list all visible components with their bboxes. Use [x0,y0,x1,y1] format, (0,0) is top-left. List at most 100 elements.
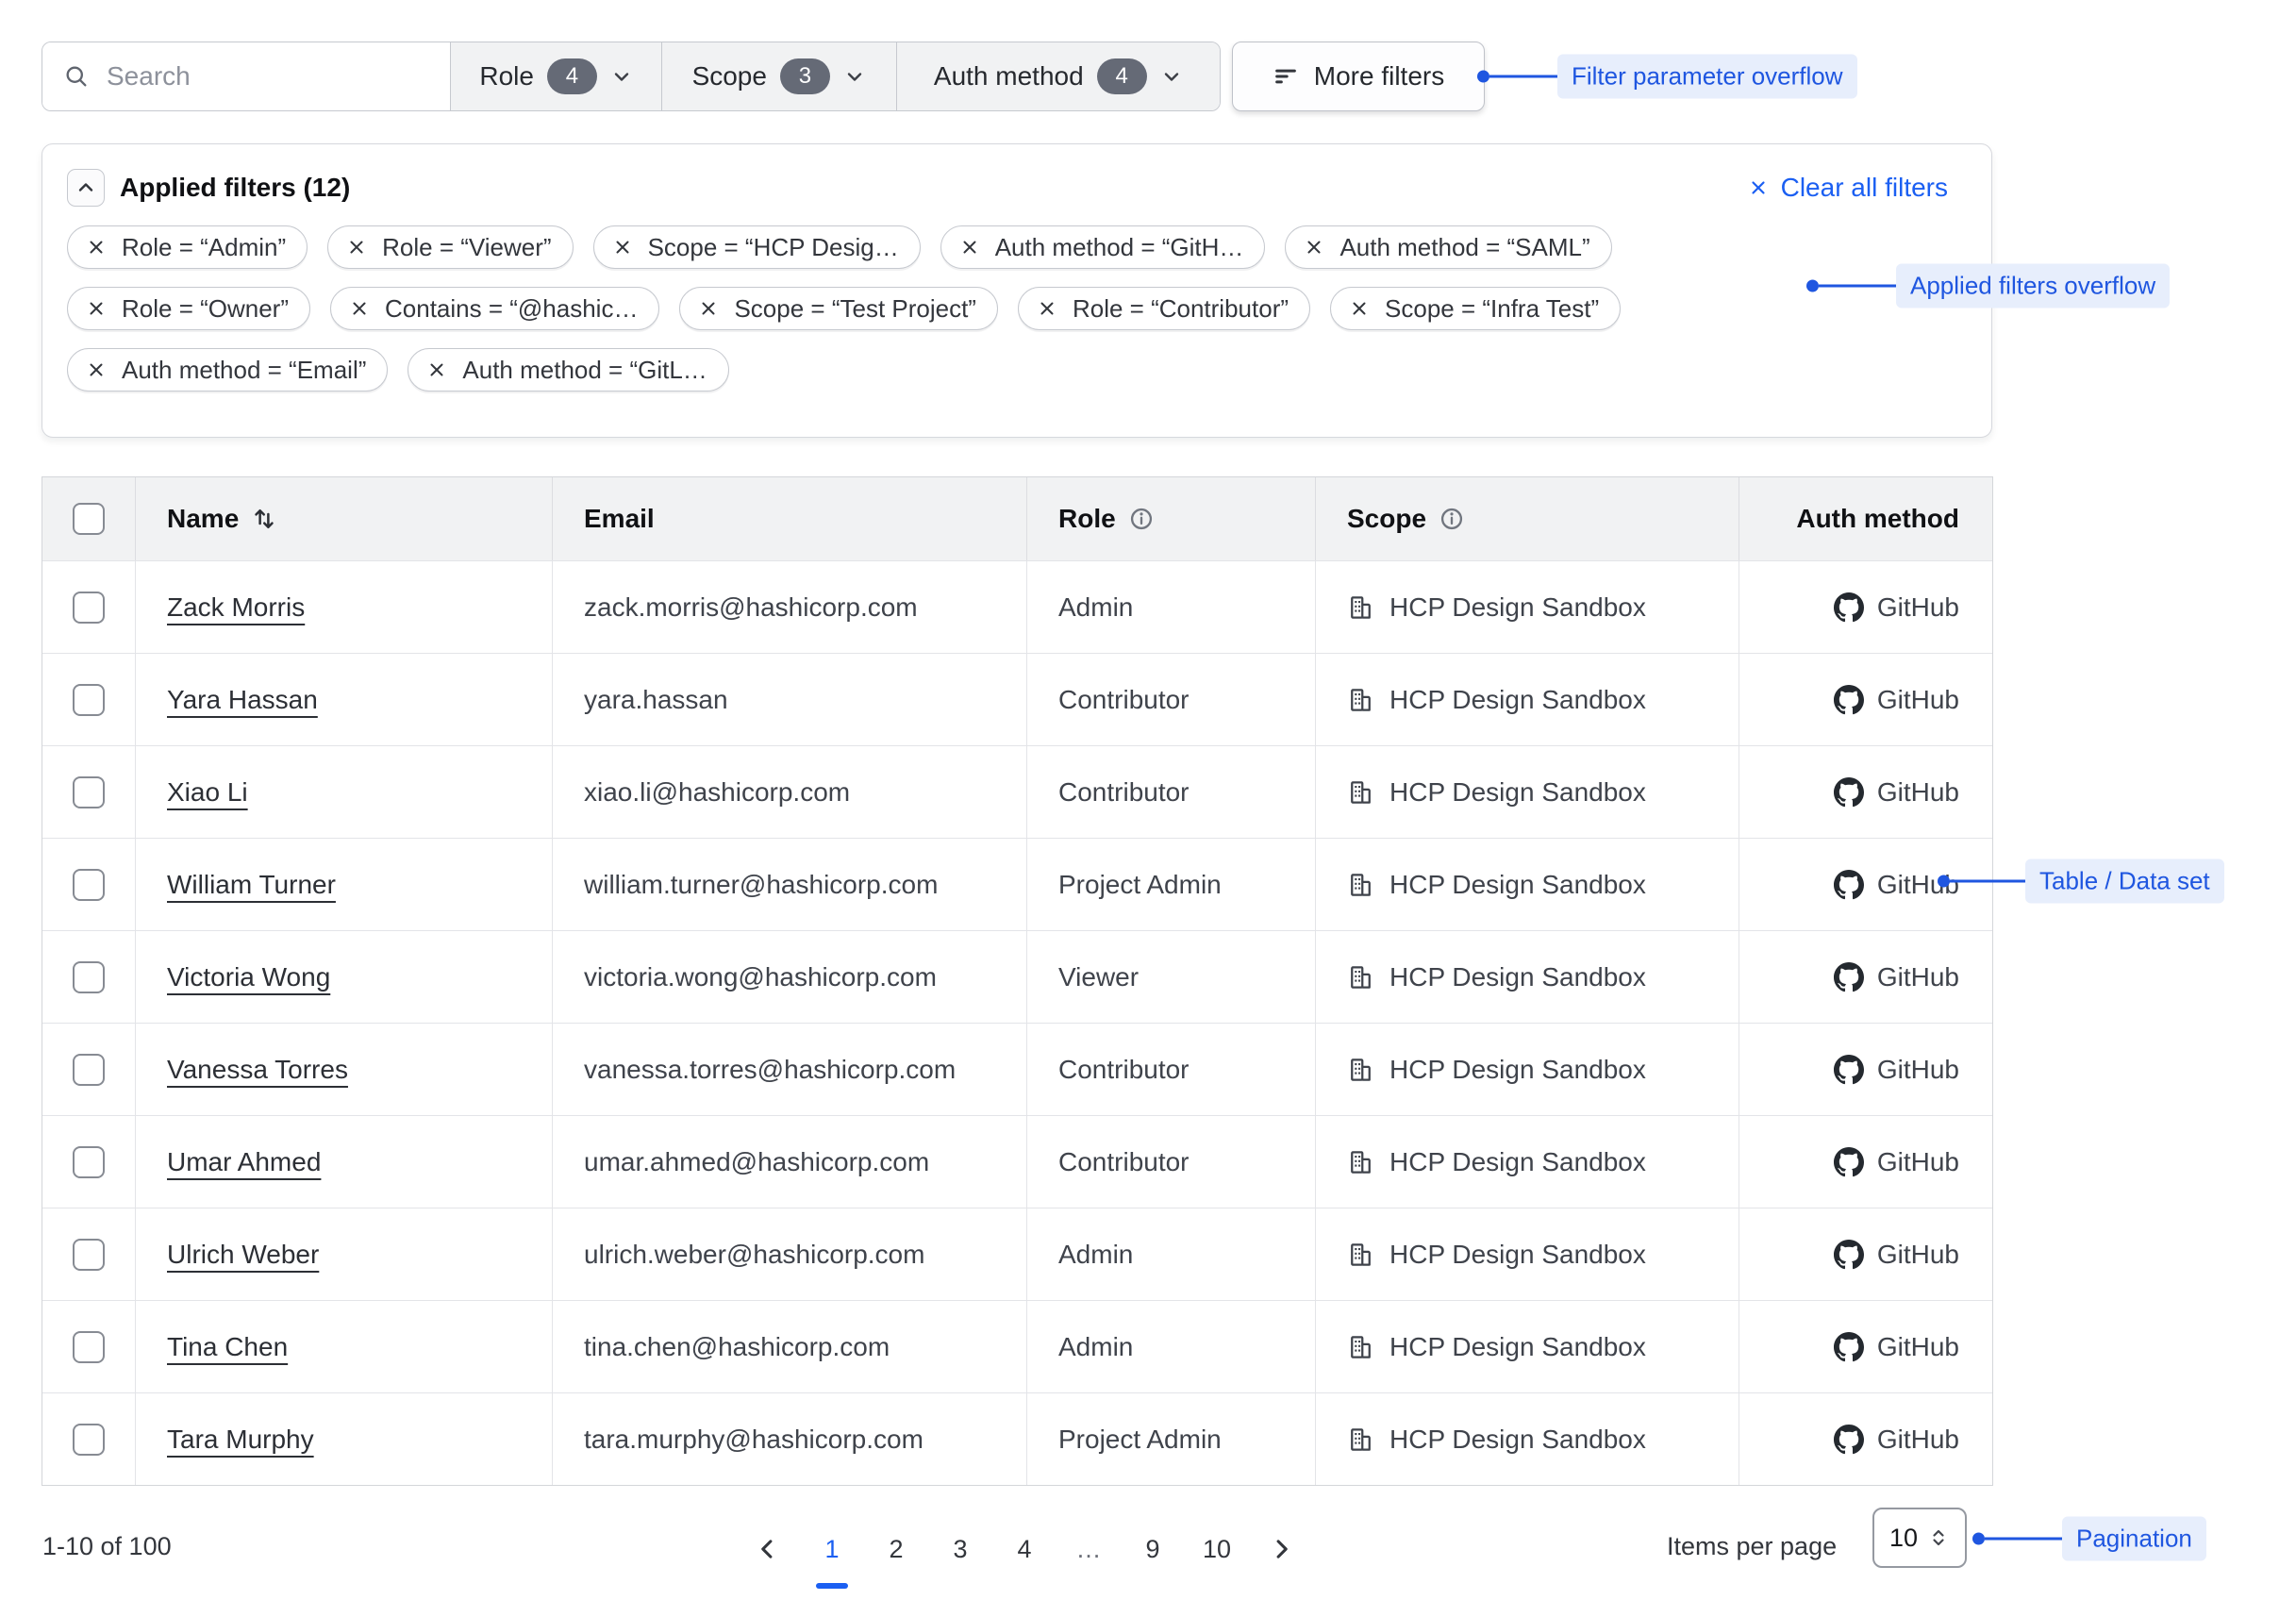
applied-filter-pill[interactable]: Auth method = “GitH… [940,225,1266,269]
role-cell: Admin [1026,561,1315,653]
items-per-page-label: Items per page [1667,1532,1837,1561]
org-icon [1347,593,1375,622]
clear-all-filters-link[interactable]: Clear all filters [1747,173,1948,203]
clear-all-filters-label: Clear all filters [1781,173,1948,203]
user-name-link[interactable]: Umar Ahmed [167,1147,321,1177]
role-cell: Admin [1026,1301,1315,1392]
auth-method-label: GitHub [1877,1055,1959,1085]
applied-filter-pill[interactable]: Auth method = “SAML” [1285,225,1611,269]
user-name-link[interactable]: William Turner [167,870,336,900]
dismiss-icon[interactable] [348,297,371,320]
user-name-link[interactable]: Tina Chen [167,1332,288,1362]
dismiss-icon[interactable] [85,297,108,320]
row-checkbox[interactable] [73,1146,105,1178]
dismiss-icon[interactable] [1036,297,1058,320]
dismiss-icon[interactable] [425,358,448,381]
email-cell: vanessa.torres@hashicorp.com [552,1024,1026,1115]
applied-filter-pill[interactable]: Role = “Admin” [67,225,308,269]
row-checkbox[interactable] [73,961,105,993]
row-checkbox[interactable] [73,1054,105,1086]
annotation-label: Table / Data set [2025,859,2224,904]
dismiss-icon[interactable] [85,358,108,381]
user-name-link[interactable]: Yara Hassan [167,685,318,715]
info-icon[interactable] [1128,506,1155,532]
page-button[interactable]: 2 [873,1523,919,1575]
applied-filter-pill[interactable]: Role = “Viewer” [327,225,573,269]
dismiss-icon[interactable] [1303,236,1325,258]
applied-filter-pill[interactable]: Contains = “@hashic… [330,287,659,330]
column-label: Email [584,504,655,534]
user-name-link[interactable]: Zack Morris [167,592,305,623]
pill-label: Auth method = “SAML” [1339,233,1589,262]
previous-page-button[interactable] [745,1523,790,1575]
row-checkbox[interactable] [73,592,105,624]
column-label: Name [167,504,239,534]
collapse-applied-filters-button[interactable] [67,169,105,207]
auth-method-label: GitHub [1877,1332,1959,1362]
auth-method-label: GitHub [1877,777,1959,808]
items-per-page-value: 10 [1889,1524,1918,1553]
filter-dropdown-scope[interactable]: Scope 3 [661,42,896,110]
page-button[interactable]: 4 [1002,1523,1047,1575]
annotation-filter-parameter-overflow: Filter parameter overflow [1477,55,1857,99]
applied-filter-pill[interactable]: Scope = “Infra Test” [1330,287,1621,330]
search-field[interactable] [42,42,450,110]
page-button[interactable]: 3 [938,1523,983,1575]
pill-label: Role = “Owner” [122,294,289,324]
page-button[interactable]: 10 [1194,1523,1240,1575]
applied-filter-pill[interactable]: Scope = “Test Project” [679,287,998,330]
row-checkbox[interactable] [73,1424,105,1456]
row-checkbox[interactable] [73,776,105,808]
org-icon [1347,1148,1375,1176]
dismiss-icon[interactable] [697,297,720,320]
pagination-nav: 1 2 3 4 … 9 10 [736,1523,1313,1575]
auth-method-label: GitHub [1877,1240,1959,1270]
table-row: Zack Morris zack.morris@hashicorp.com Ad… [42,560,1992,653]
chevron-down-icon [1160,65,1183,88]
info-icon[interactable] [1439,506,1465,532]
items-per-page-select[interactable]: 10 [1872,1508,1967,1568]
page-button[interactable]: 1 [809,1523,855,1575]
column-label: Role [1058,504,1116,534]
applied-filter-pill[interactable]: Role = “Owner” [67,287,310,330]
row-checkbox[interactable] [73,1331,105,1363]
role-cell: Contributor [1026,746,1315,838]
filter-dropdown-role[interactable]: Role 4 [450,42,661,110]
select-all-checkbox[interactable] [73,503,105,535]
applied-filter-pill[interactable]: Auth method = “GitL… [408,348,728,392]
user-name-link[interactable]: Tara Murphy [167,1425,314,1455]
user-name-link[interactable]: Xiao Li [167,777,248,808]
column-header-name[interactable]: Name [167,504,278,534]
close-icon [1747,176,1770,199]
applied-filter-pill[interactable]: Scope = “HCP Desig… [593,225,921,269]
dismiss-icon[interactable] [1348,297,1371,320]
dismiss-icon[interactable] [345,236,368,258]
dismiss-icon[interactable] [958,236,981,258]
page-number: 2 [889,1535,903,1564]
row-checkbox[interactable] [73,684,105,716]
filter-dropdown-auth-method[interactable]: Auth method 4 [896,42,1220,110]
search-input[interactable] [105,60,420,92]
role-cell: Admin [1026,1208,1315,1300]
user-name-link[interactable]: Victoria Wong [167,962,330,992]
user-name-link[interactable]: Ulrich Weber [167,1240,319,1270]
user-name-link[interactable]: Vanessa Torres [167,1055,348,1085]
next-page-button[interactable] [1258,1523,1304,1575]
row-checkbox[interactable] [73,1239,105,1271]
dismiss-icon[interactable] [85,236,108,258]
page-button[interactable]: 9 [1130,1523,1175,1575]
role-cell: Viewer [1026,931,1315,1023]
filter-bar: Role 4 Scope 3 Auth method 4 [42,42,1221,111]
dismiss-icon[interactable] [611,236,634,258]
pagination-range: 1-10 of 100 [42,1532,172,1561]
pill-label: Scope = “Infra Test” [1385,294,1599,324]
email-cell: xiao.li@hashicorp.com [552,746,1026,838]
annotation-table-data-set: Table / Data set [1938,859,2224,904]
row-checkbox[interactable] [73,869,105,901]
applied-filter-pill[interactable]: Auth method = “Email” [67,348,388,392]
applied-filter-pill[interactable]: Role = “Contributor” [1018,287,1310,330]
github-icon [1834,1147,1864,1177]
more-filters-button[interactable]: More filters [1232,42,1485,111]
table-row: Tina Chen tina.chen@hashicorp.com Admin … [42,1300,1992,1392]
github-icon [1834,592,1864,623]
